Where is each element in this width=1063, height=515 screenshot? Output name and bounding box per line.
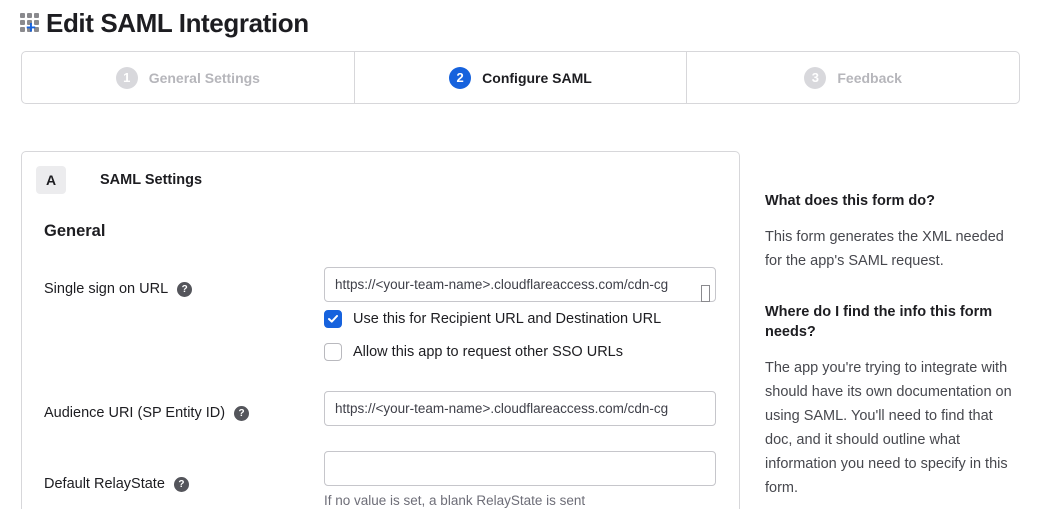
sso-url-label: Single sign on URL — [44, 281, 168, 297]
page-header: + Edit SAML Integration — [0, 0, 1063, 38]
help-sidebar: What does this form do? This form genera… — [765, 151, 1013, 500]
step-configure-saml[interactable]: 2 Configure SAML — [354, 52, 687, 103]
audience-uri-label-group: Audience URI (SP Entity ID) ? — [44, 391, 324, 426]
step-2-circle: 2 — [449, 67, 471, 89]
sidebar-q1-body: This form generates the XML needed for t… — [765, 225, 1013, 273]
section-a-badge: A — [36, 166, 66, 194]
step-3-circle: 3 — [804, 67, 826, 89]
step-feedback[interactable]: 3 Feedback — [686, 52, 1019, 103]
other-sso-urls-checkbox-row[interactable]: Allow this app to request other SSO URLs — [324, 343, 717, 361]
help-icon[interactable]: ? — [174, 477, 189, 492]
field-row-relay-state: Default RelayState ? If no value is set,… — [44, 451, 717, 508]
relay-state-label: Default RelayState — [44, 476, 165, 492]
relay-state-label-group: Default RelayState ? — [44, 451, 324, 508]
panel-header: A SAML Settings — [36, 166, 725, 194]
help-icon[interactable]: ? — [177, 282, 192, 297]
step-3-label: Feedback — [837, 70, 902, 86]
text-cursor-icon — [701, 285, 710, 302]
audience-uri-label: Audience URI (SP Entity ID) — [44, 405, 225, 421]
checkbox-checked-icon[interactable] — [324, 310, 342, 328]
help-icon[interactable]: ? — [234, 406, 249, 421]
step-1-label: General Settings — [149, 70, 260, 86]
field-row-audience-uri: Audience URI (SP Entity ID) ? — [44, 391, 717, 426]
field-row-sso-url: Single sign on URL ? — [44, 267, 717, 302]
sidebar-q1-title: What does this form do? — [765, 191, 1013, 211]
wizard-steps: 1 General Settings 2 Configure SAML 3 Fe… — [21, 51, 1020, 104]
step-2-label: Configure SAML — [482, 70, 592, 86]
relay-state-helper-text: If no value is set, a blank RelayState i… — [324, 493, 716, 508]
recipient-url-checkbox-label: Use this for Recipient URL and Destinati… — [353, 311, 661, 327]
page-title: Edit SAML Integration — [46, 8, 309, 39]
relay-state-input[interactable] — [324, 451, 716, 486]
step-1-circle: 1 — [116, 67, 138, 89]
sidebar-q2-body: The app you're trying to integrate with … — [765, 356, 1013, 500]
sidebar-q2-title: Where do I find the info this form needs… — [765, 302, 1013, 342]
checkbox-unchecked-icon[interactable] — [324, 343, 342, 361]
sso-url-options: Use this for Recipient URL and Destinati… — [324, 310, 717, 361]
general-heading: General — [44, 222, 717, 241]
sso-url-label-group: Single sign on URL ? — [44, 267, 324, 302]
other-sso-urls-checkbox-label: Allow this app to request other SSO URLs — [353, 344, 623, 360]
step-general-settings[interactable]: 1 General Settings — [22, 52, 354, 103]
app-grid-plus-icon: + — [20, 11, 44, 35]
content-area: A SAML Settings General Single sign on U… — [21, 151, 1063, 509]
saml-settings-panel: A SAML Settings General Single sign on U… — [21, 151, 740, 509]
recipient-url-checkbox-row[interactable]: Use this for Recipient URL and Destinati… — [324, 310, 717, 328]
sso-url-input[interactable] — [324, 267, 716, 302]
audience-uri-input[interactable] — [324, 391, 716, 426]
panel-title: SAML Settings — [100, 172, 202, 188]
